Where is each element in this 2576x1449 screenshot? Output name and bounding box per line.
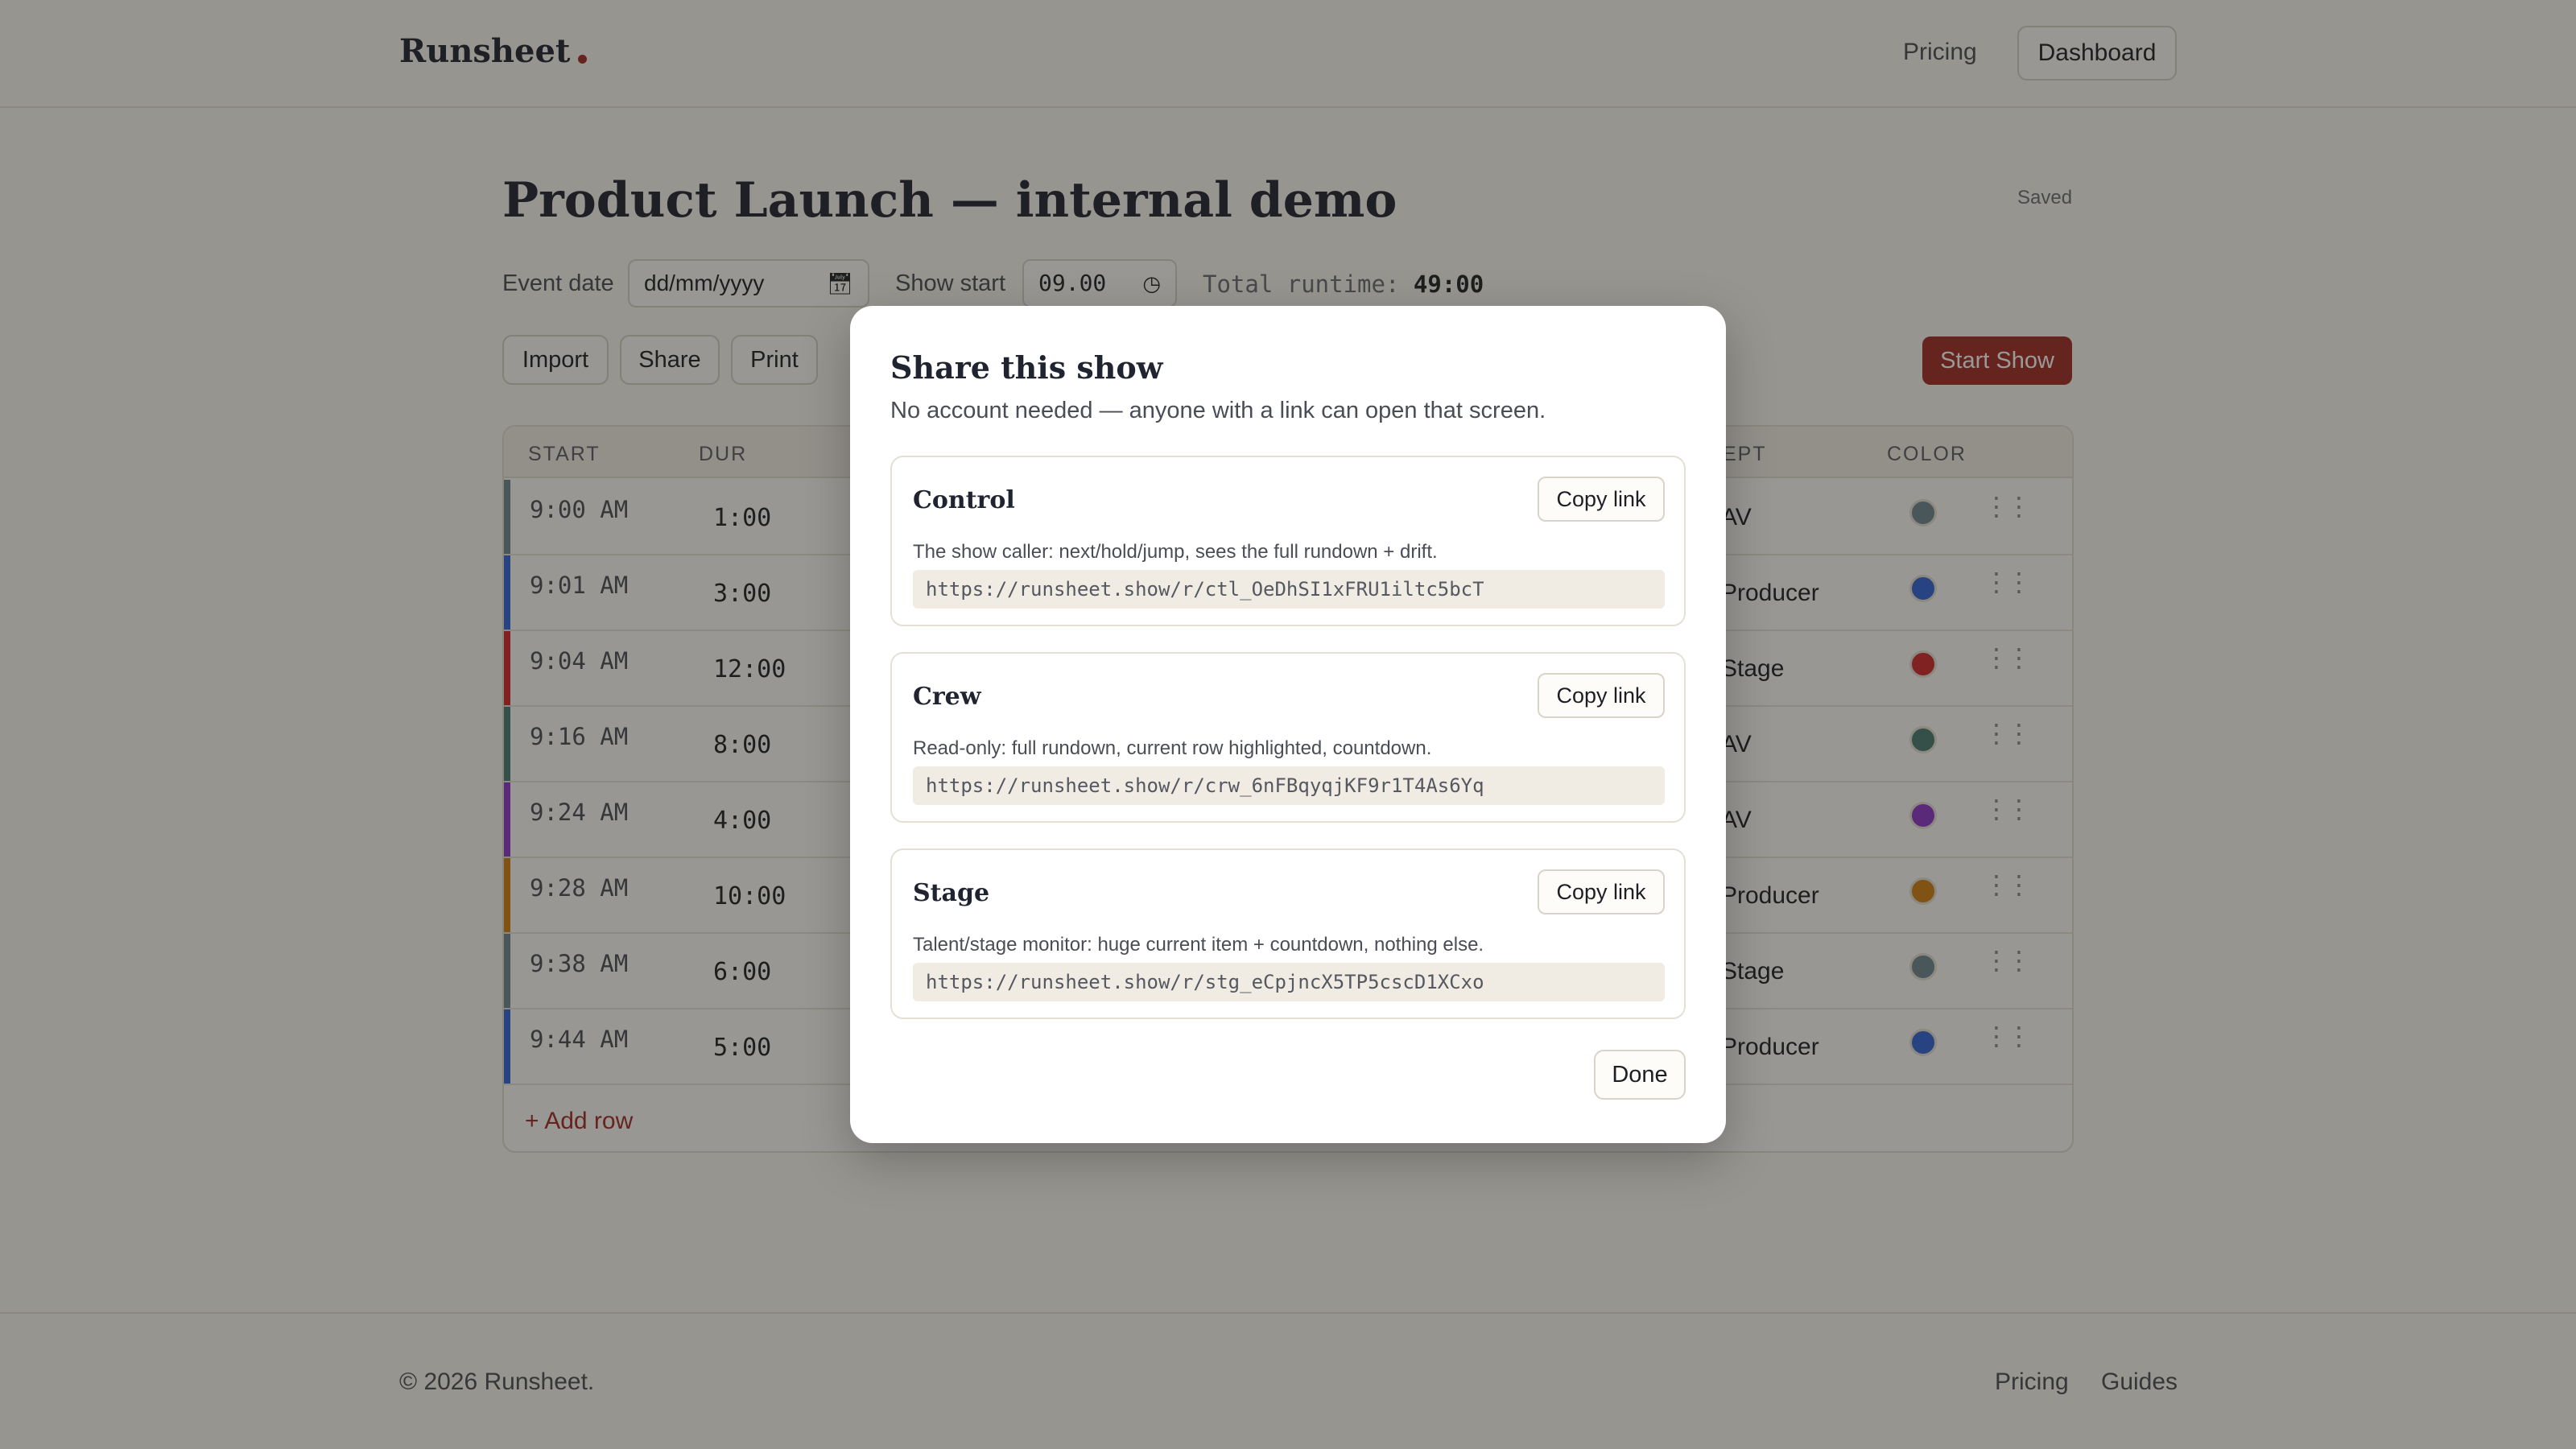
dialog-title: Share this show xyxy=(890,349,1163,386)
share-card-crew: Crew Copy link Read-only: full rundown, … xyxy=(890,652,1686,823)
share-card-stage: Stage Copy link Talent/stage monitor: hu… xyxy=(890,848,1686,1019)
copy-link-button[interactable]: Copy link xyxy=(1538,869,1665,914)
share-dialog: Share this show No account needed — anyo… xyxy=(850,306,1726,1143)
share-url-field[interactable]: https://runsheet.show/r/crw_6nFBqyqjKF9r… xyxy=(913,766,1665,805)
card-description: The show caller: next/hold/jump, sees th… xyxy=(913,541,1438,563)
card-description: Talent/stage monitor: huge current item … xyxy=(913,934,1484,956)
share-url-field[interactable]: https://runsheet.show/r/stg_eCpjncX5TP5c… xyxy=(913,963,1665,1001)
copy-link-button[interactable]: Copy link xyxy=(1538,477,1665,522)
dialog-subtitle: No account needed — anyone with a link c… xyxy=(890,398,1546,423)
copy-link-button[interactable]: Copy link xyxy=(1538,673,1665,718)
done-button[interactable]: Done xyxy=(1594,1050,1686,1100)
share-card-control: Control Copy link The show caller: next/… xyxy=(890,456,1686,626)
card-description: Read-only: full rundown, current row hig… xyxy=(913,737,1432,759)
card-title: Stage xyxy=(913,879,990,907)
card-title: Crew xyxy=(913,683,981,711)
share-url-field[interactable]: https://runsheet.show/r/ctl_OeDhSI1xFRU1… xyxy=(913,570,1665,609)
card-title: Control xyxy=(913,486,1015,514)
